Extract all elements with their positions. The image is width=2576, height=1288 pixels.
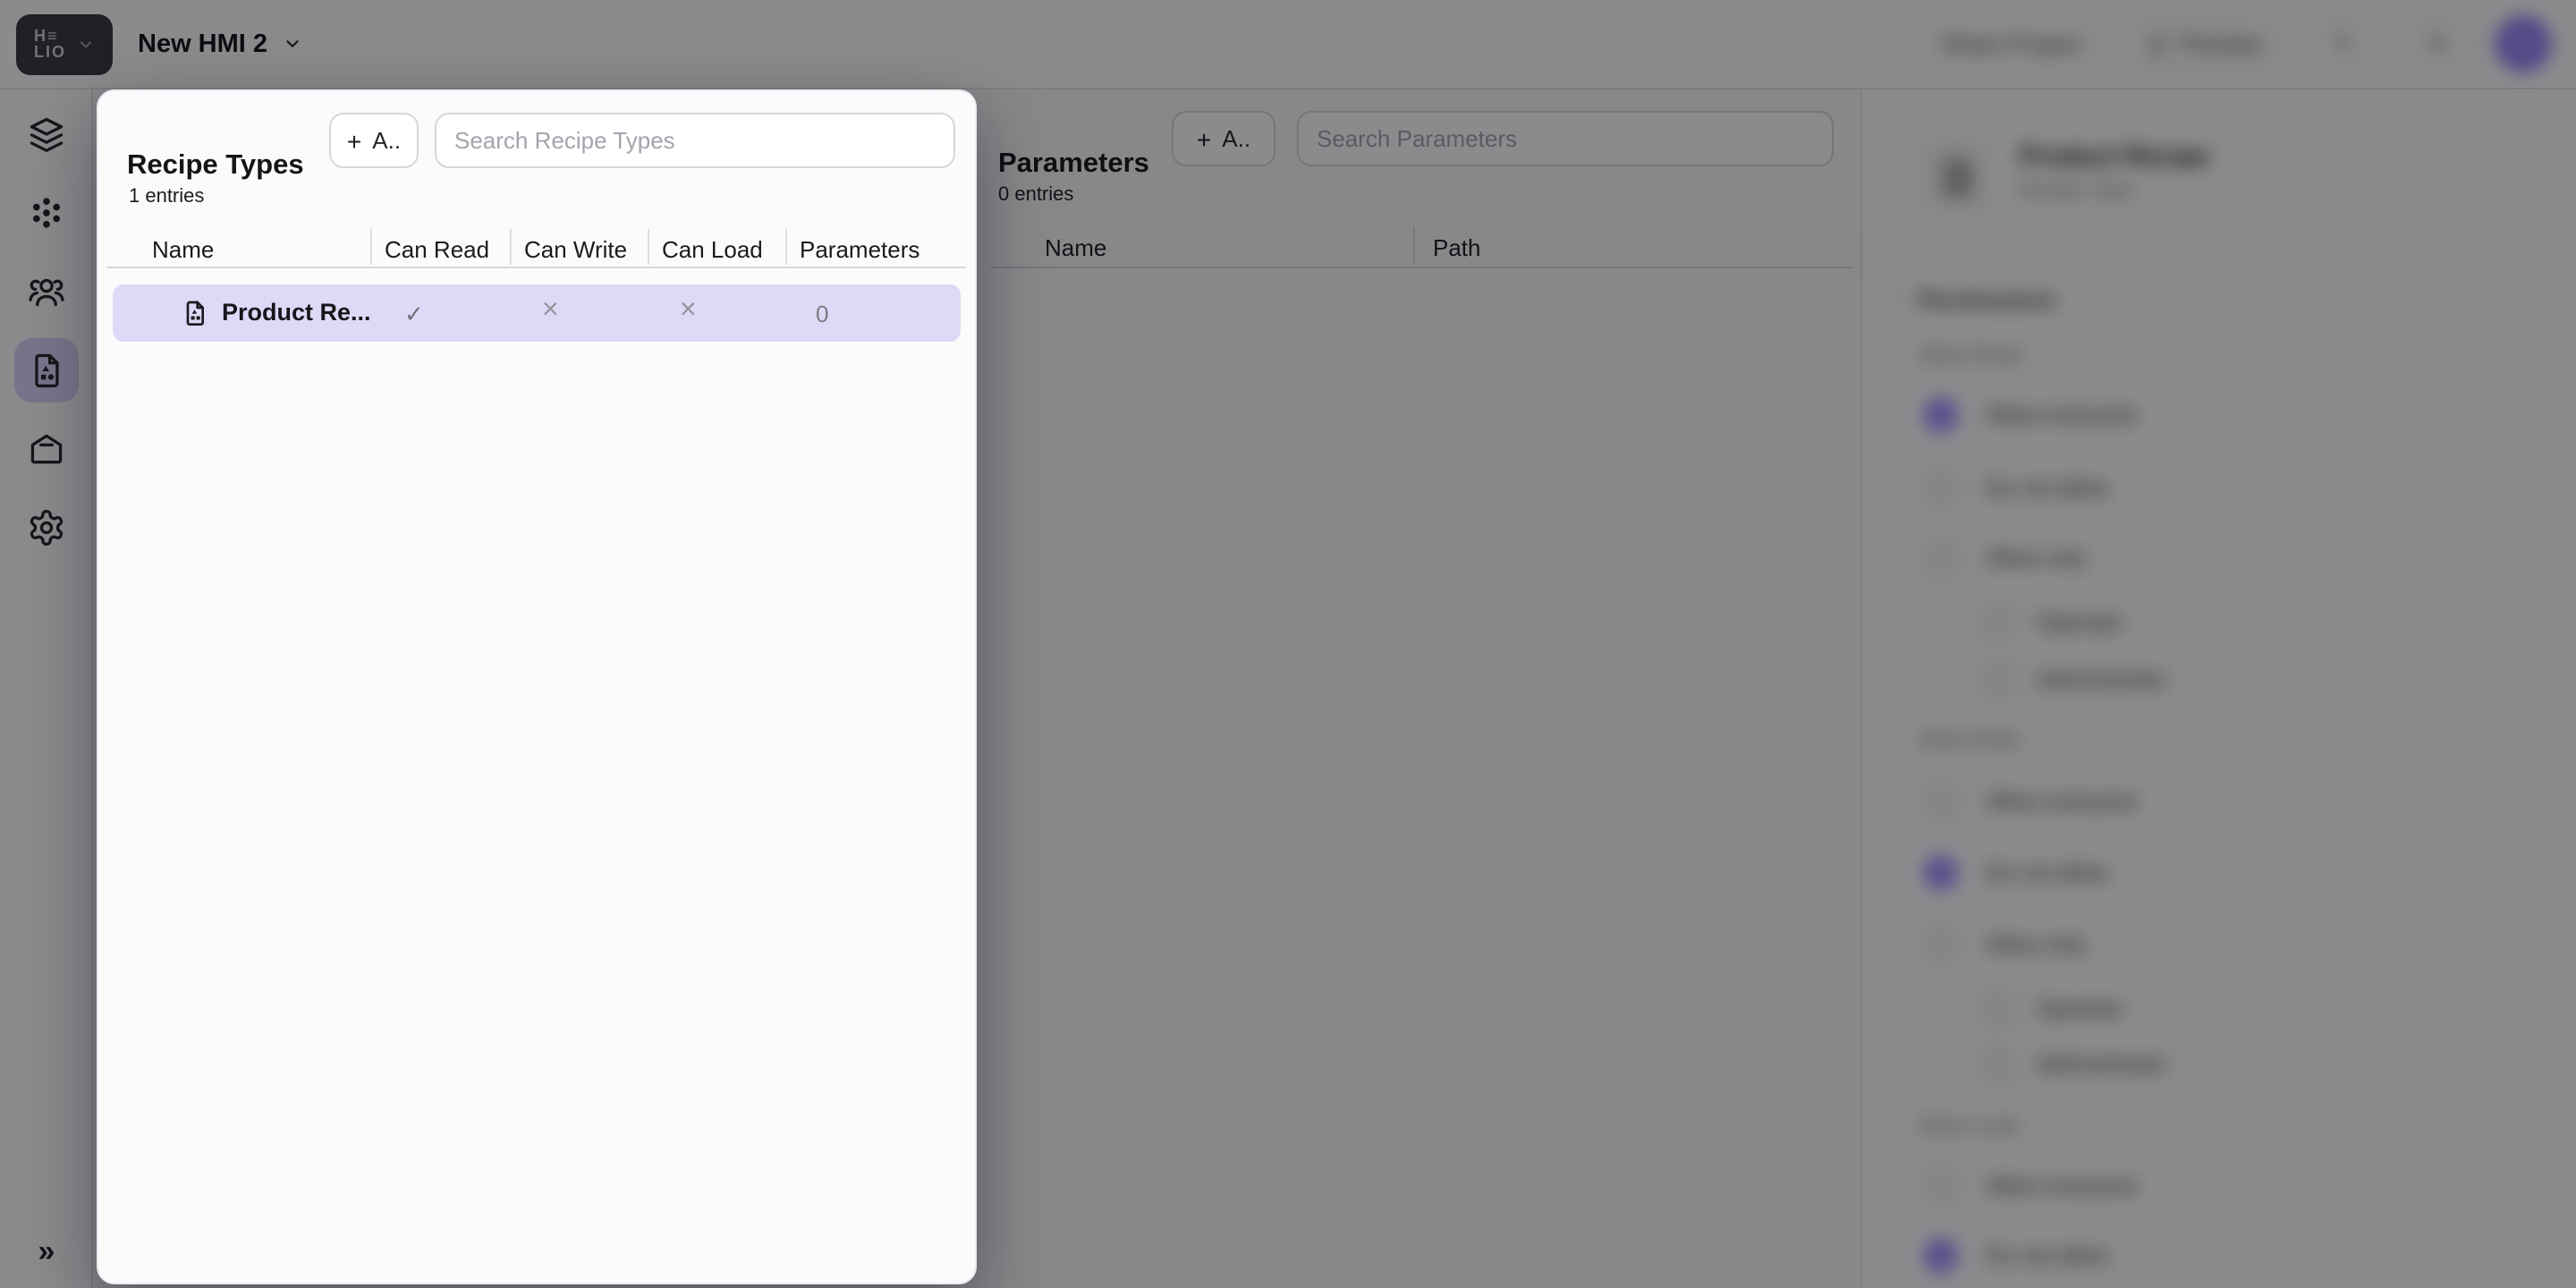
parameters-count: 0	[816, 301, 829, 327]
plus-icon: +	[346, 126, 362, 155]
column-separator	[370, 229, 372, 265]
can-read-check-icon: ✓	[404, 301, 424, 327]
column-can-write: Can Write	[524, 236, 628, 263]
column-separator	[648, 229, 649, 265]
column-can-read: Can Read	[385, 236, 490, 263]
column-parameters: Parameters	[800, 236, 920, 263]
file-chart-icon	[181, 299, 209, 336]
recipe-types-title: Recipe Types	[127, 149, 304, 181]
search-recipe-types-input[interactable]	[435, 113, 955, 168]
can-write-x-icon: ×	[542, 295, 559, 326]
app-root: H≡ LIO New HMI 2 Share Project Preview ✎…	[0, 0, 2576, 1288]
column-separator	[510, 229, 512, 265]
add-recipe-type-button[interactable]: + A..	[329, 113, 419, 168]
table-header-border	[107, 267, 966, 268]
recipe-types-dialog: Recipe Types + A.. 1 entries Name Can Re…	[97, 89, 977, 1284]
add-recipe-type-label: A..	[372, 127, 402, 154]
can-load-x-icon: ×	[680, 295, 697, 326]
recipe-types-entry-count: 1 entries	[129, 186, 205, 208]
recipe-type-row-selected[interactable]: Product Re... ✓ × × 0	[113, 284, 961, 342]
column-can-load: Can Load	[662, 236, 763, 263]
recipe-type-name: Product Re...	[222, 299, 371, 326]
column-name: Name	[152, 236, 215, 263]
column-separator	[785, 229, 787, 265]
